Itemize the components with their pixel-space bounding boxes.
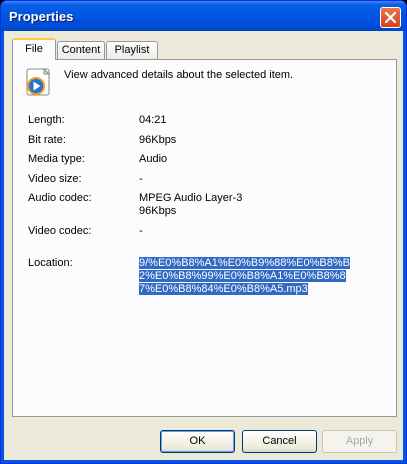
ok-button[interactable]: OK — [160, 430, 235, 453]
window-border-bottom — [1, 460, 406, 463]
audio-codec-bitrate: 96Kbps — [139, 205, 177, 217]
length-label: Length: — [28, 114, 65, 126]
video-size-label: Video size: — [28, 173, 82, 185]
cancel-button[interactable]: Cancel — [242, 430, 317, 453]
audio-codec-value: MPEG Audio Layer-3 — [139, 192, 243, 204]
window-border-right — [403, 31, 406, 463]
tab-file[interactable]: File — [12, 38, 56, 60]
audio-codec-label: Audio codec: — [28, 192, 92, 204]
location-label: Location: — [28, 257, 73, 269]
title-bar[interactable]: Properties — [1, 1, 406, 31]
file-tab-panel: View advanced details about the selected… — [12, 59, 397, 417]
location-value[interactable]: 9/%E0%B8%A1%E0%B9%88%E0%B8%B2%E0%B8%99%E… — [139, 257, 351, 296]
video-codec-label: Video codec: — [28, 225, 92, 237]
video-size-value: - — [139, 173, 143, 185]
video-codec-value: - — [139, 225, 143, 237]
tab-playlist[interactable]: Playlist — [106, 41, 158, 59]
tab-content[interactable]: Content — [57, 41, 105, 59]
window-title: Properties — [9, 9, 74, 24]
header-description: View advanced details about the selected… — [64, 69, 294, 81]
window-border-left — [1, 31, 4, 463]
bit-rate-value: 96Kbps — [139, 134, 177, 146]
properties-dialog: Properties File Content Playlist View ad… — [0, 0, 407, 464]
location-text-selected[interactable]: 9/%E0%B8%A1%E0%B9%88%E0%B8%B2%E0%B8%99%E… — [139, 257, 350, 295]
close-icon — [385, 12, 396, 23]
apply-button[interactable]: Apply — [322, 430, 397, 453]
windows-media-player-icon — [26, 68, 51, 96]
media-type-label: Media type: — [28, 153, 85, 165]
media-type-value: Audio — [139, 153, 168, 165]
bit-rate-label: Bit rate: — [28, 134, 66, 146]
close-button[interactable] — [380, 7, 401, 28]
length-value: 04:21 — [139, 114, 167, 126]
